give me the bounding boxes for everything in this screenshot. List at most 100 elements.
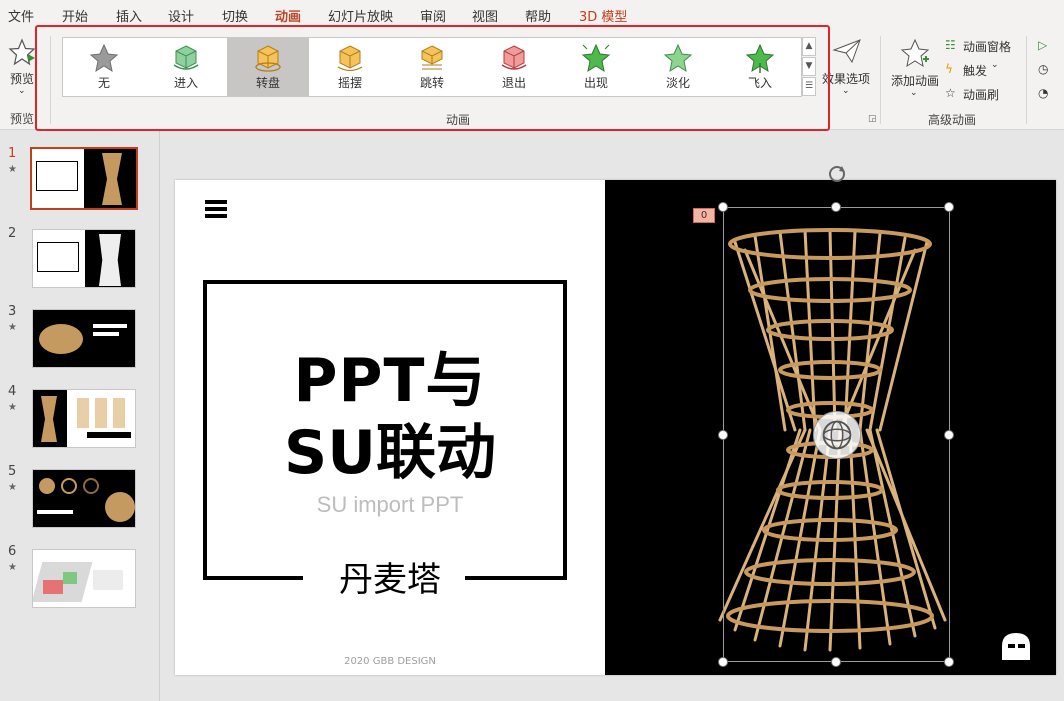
gallery-item-appear[interactable]: 出现 (555, 38, 637, 96)
gallery-item-none[interactable]: 无 (63, 38, 145, 96)
frame-line (203, 280, 567, 284)
gallery-item-label: 退出 (501, 76, 526, 90)
slide-thumbnail-6[interactable] (32, 549, 136, 608)
animation-order-badge[interactable]: 0 (693, 208, 715, 223)
slide-thumbnail-4[interactable] (32, 389, 136, 448)
slide-footer[interactable]: 2020 GBB DESIGN (175, 656, 605, 667)
gallery-item-label: 跳转 (419, 76, 444, 90)
dialog-launcher-icon[interactable]: ◲ (868, 114, 877, 124)
gallery-item-label: 转盘 (255, 76, 280, 90)
gallery-expand[interactable]: ☰ (802, 77, 816, 96)
resize-handle[interactable] (944, 202, 954, 212)
gallery-item-fade[interactable]: 淡化 (637, 38, 719, 96)
slide-title-line1[interactable]: PPT与 (175, 348, 605, 414)
delay-clock-icon[interactable]: ◔ (1038, 86, 1048, 100)
tab-home[interactable]: 开始 (62, 6, 88, 25)
ribbon-tabs: 文件 开始 插入 设计 切换 动画 幻灯片放映 审阅 视图 帮助 3D 模型 (0, 0, 1064, 31)
chevron-down-icon: ⌄ (842, 86, 850, 96)
slide-thumbnail-5[interactable] (32, 469, 136, 528)
preview-star-icon (8, 38, 36, 66)
ghost-logo-icon (1002, 633, 1030, 660)
ribbon: 预览 ⌄ 预览 无 进入 转盘 摇摆 跳转 退出 出现 淡化 飞入 ▲ ▼ ☰ … (0, 28, 1064, 130)
resize-handle[interactable] (718, 202, 728, 212)
trigger-label: 触发 (963, 64, 988, 78)
gallery-scroll-up[interactable]: ▲ (802, 37, 816, 56)
gallery-item-label: 淡化 (665, 76, 690, 90)
gallery-item-label: 出现 (583, 76, 608, 90)
animation-gallery: 无 进入 转盘 摇摆 跳转 退出 出现 淡化 飞入 (62, 37, 802, 97)
menu-icon (205, 200, 227, 221)
gallery-item-exit[interactable]: 退出 (473, 38, 555, 96)
chevron-down-icon: ⌄ (18, 86, 26, 96)
none-star-icon (89, 43, 119, 73)
exit-cube-icon (501, 45, 527, 70)
advanced-group-label: 高级动画 (928, 113, 977, 127)
fade-star-icon (663, 43, 693, 73)
divider (880, 36, 881, 124)
duration-clock-icon[interactable]: ◷ (1038, 62, 1048, 76)
gallery-item-label: 飞入 (747, 76, 772, 90)
start-play-icon[interactable]: ▷ (1038, 38, 1047, 52)
animation-pane-icon: ☷ (945, 38, 956, 52)
gallery-scroll-down[interactable]: ▼ (802, 57, 816, 76)
gallery-item-label: 无 (97, 76, 110, 90)
lightning-icon: ϟ (945, 62, 953, 76)
tab-slideshow[interactable]: 幻灯片放映 (328, 6, 393, 25)
slide-thumbnail-1[interactable] (30, 147, 138, 210)
gallery-item-label: 摇摆 (337, 76, 362, 90)
resize-handle[interactable] (718, 430, 728, 440)
slide-thumbnails-pane: 1 ★ 2 3 ★ 4 ★ 5 ★ 6 ★ (0, 131, 160, 701)
resize-handle[interactable] (718, 657, 728, 667)
resize-handle[interactable] (831, 202, 841, 212)
animation-star-icon: ★ (8, 402, 17, 413)
add-animation-star-icon (900, 38, 930, 68)
chevron-down-icon: ⌄ (991, 60, 999, 70)
resize-handle[interactable] (944, 657, 954, 667)
3d-rotate-icon[interactable] (813, 411, 861, 459)
slide-number: 6 (8, 544, 17, 559)
gallery-item-swing[interactable]: 摇摆 (309, 38, 391, 96)
tab-3d-model[interactable]: 3D 模型 (579, 6, 627, 25)
chevron-down-icon: ⌄ (910, 88, 918, 98)
turntable-cube-icon (255, 45, 281, 72)
rotate-handle-icon[interactable] (826, 163, 848, 185)
slide-title-line2[interactable]: SU联动 (175, 420, 605, 486)
preview-group-label: 预览 (10, 112, 35, 126)
add-animation-button[interactable]: 添加动画 ⌄ (888, 36, 942, 106)
tab-insert[interactable]: 插入 (116, 6, 142, 25)
slide-name[interactable]: 丹麦塔 (175, 552, 605, 601)
gallery-item-fly-in[interactable]: 飞入 (719, 38, 801, 96)
preview-label: 预览 (10, 72, 35, 86)
enter-cube-icon (173, 45, 199, 70)
gallery-item-enter[interactable]: 进入 (145, 38, 227, 96)
tab-animations[interactable]: 动画 (275, 6, 302, 31)
preview-button[interactable]: 预览 ⌄ (6, 38, 38, 98)
slide-thumbnail-2[interactable] (32, 229, 136, 288)
slide-number: 4 (8, 384, 17, 399)
gallery-item-turntable[interactable]: 转盘 (227, 38, 309, 96)
gallery-scroll: ▲ ▼ ☰ (802, 37, 818, 97)
tab-view[interactable]: 视图 (472, 6, 498, 25)
animation-star-icon: ★ (8, 322, 17, 333)
effect-options-label: 效果选项 (822, 72, 871, 86)
slide-number: 3 (8, 304, 17, 319)
resize-handle[interactable] (944, 430, 954, 440)
divider (50, 36, 51, 124)
gallery-item-jump[interactable]: 跳转 (391, 38, 473, 96)
add-animation-label: 添加动画 (891, 74, 940, 88)
tab-review[interactable]: 审阅 (420, 6, 446, 25)
animation-star-icon: ★ (8, 164, 17, 175)
appear-star-icon (581, 43, 611, 73)
tab-design[interactable]: 设计 (168, 6, 194, 25)
tab-help[interactable]: 帮助 (525, 6, 551, 25)
tab-file[interactable]: 文件 (8, 6, 34, 25)
slide-subtitle[interactable]: SU import PPT (175, 492, 605, 518)
resize-handle[interactable] (831, 657, 841, 667)
jump-cube-icon (421, 45, 443, 70)
gallery-item-label: 进入 (173, 76, 198, 90)
animation-group-label: 动画 (446, 113, 471, 127)
tab-transitions[interactable]: 切换 (222, 6, 248, 25)
effect-options-button[interactable]: 效果选项 ⌄ (820, 36, 874, 106)
slide-thumbnail-3[interactable] (32, 309, 136, 368)
slide-number: 2 (8, 226, 17, 241)
